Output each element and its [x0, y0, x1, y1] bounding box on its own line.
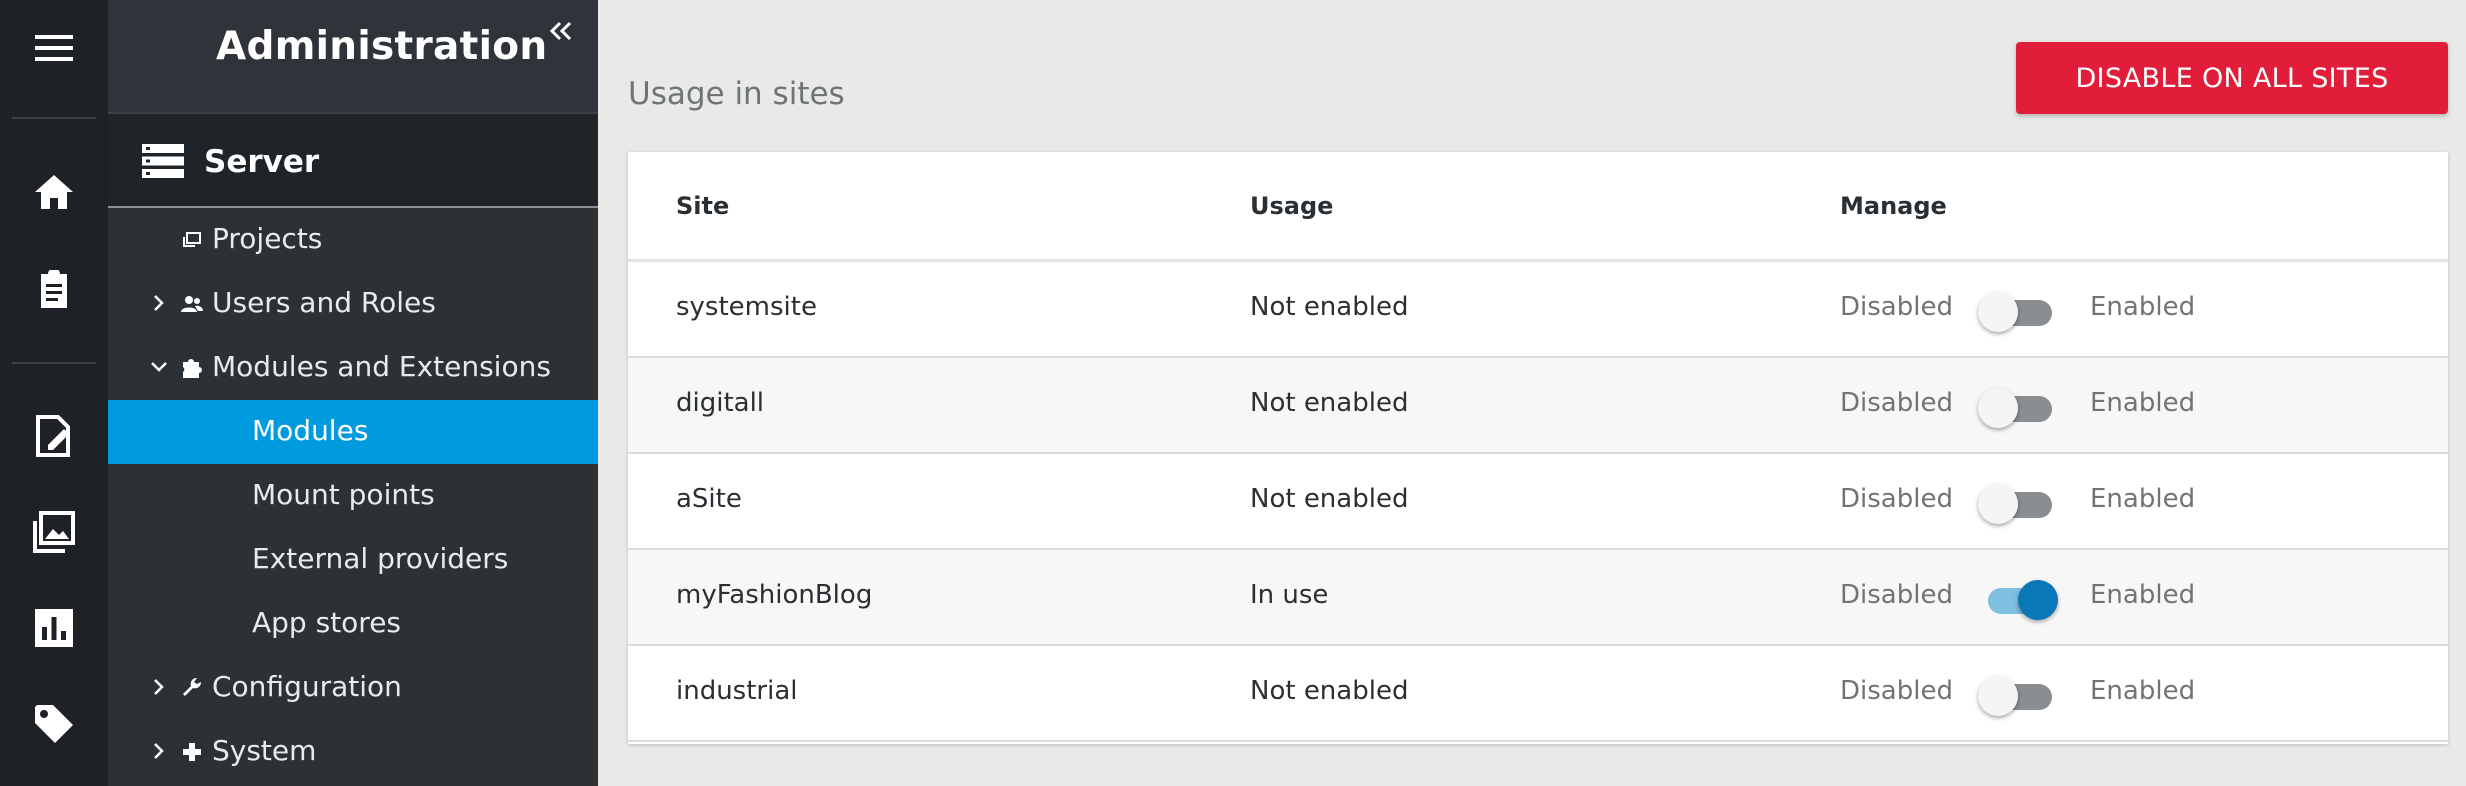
sidebar-item-label: Users and Roles	[212, 286, 436, 319]
column-header-site: Site	[676, 192, 730, 220]
sidebar-item-app-stores[interactable]: App stores	[108, 592, 598, 656]
site-enable-toggle[interactable]	[1978, 484, 2060, 524]
toggle-knob	[1978, 484, 2018, 524]
toggle-knob	[1978, 676, 2018, 716]
disabled-label: Disabled	[1840, 484, 1953, 514]
table-row: industrial Not enabled Disabled Enabled	[628, 646, 2448, 742]
disabled-label: Disabled	[1840, 676, 1953, 706]
sidebar-item-label: Projects	[212, 222, 323, 255]
site-name: aSite	[676, 484, 742, 514]
sidebar-item-label: App stores	[252, 606, 402, 639]
table-row: myFashionBlog In use Disabled Enabled	[628, 550, 2448, 646]
sidebar-item-external-providers[interactable]: External providers	[108, 528, 598, 592]
sites-table: Site Usage Manage systemsite Not enabled D…	[628, 152, 2448, 744]
site-enable-toggle[interactable]	[1978, 388, 2060, 428]
sidebar-item-mount-points[interactable]: Mount points	[108, 464, 598, 528]
usage-status: Not enabled	[1250, 484, 1409, 514]
images-icon[interactable]	[22, 500, 86, 564]
enabled-label: Enabled	[2090, 676, 2196, 706]
projects-icon	[183, 232, 201, 247]
enabled-label: Enabled	[2090, 580, 2196, 610]
chevron-down-icon	[151, 362, 167, 372]
sidebar-item-label: Mount points	[252, 478, 435, 511]
plus-icon	[183, 743, 201, 761]
bar-chart-icon[interactable]	[22, 596, 86, 660]
chevron-right-icon	[154, 743, 164, 759]
tag-icon[interactable]	[22, 692, 86, 756]
sidebar-header: Administration	[108, 0, 598, 112]
toggle-knob	[2018, 580, 2058, 620]
disabled-label: Disabled	[1840, 388, 1953, 418]
site-name: industrial	[676, 676, 798, 706]
usage-status: Not enabled	[1250, 676, 1409, 706]
sidebar-item-configuration[interactable]: Configuration	[108, 656, 598, 720]
site-enable-toggle[interactable]	[1978, 292, 2060, 332]
sidebar-item-label: System	[212, 734, 317, 767]
sidebar-server-label: Server	[204, 144, 320, 180]
rail-divider	[12, 362, 96, 364]
section-title: Usage in sites	[628, 76, 845, 112]
site-enable-toggle[interactable]	[1978, 580, 2060, 620]
sidebar-title: Administration	[216, 24, 548, 69]
sidebar-server[interactable]: Server	[108, 112, 598, 208]
chevron-right-icon	[154, 295, 164, 311]
wrench-icon	[183, 677, 202, 696]
usage-status: In use	[1250, 580, 1329, 610]
icon-rail	[0, 0, 108, 786]
enabled-label: Enabled	[2090, 292, 2196, 322]
menu-icon[interactable]	[22, 16, 86, 80]
usage-status: Not enabled	[1250, 388, 1409, 418]
puzzle-icon	[183, 359, 202, 378]
main-content: Usage in sites DISABLE ON ALL SITES Site…	[598, 0, 2466, 786]
sidebar-item-label: Modules and Extensions	[212, 350, 551, 383]
site-enable-toggle[interactable]	[1978, 676, 2060, 716]
clipboard-icon[interactable]	[22, 258, 86, 322]
sidebar-item-system[interactable]: System	[108, 720, 598, 784]
table-row: systemsite Not enabled Disabled Enabled	[628, 262, 2448, 358]
toggle-knob	[1978, 388, 2018, 428]
site-name: digitall	[676, 388, 765, 418]
sidebar-item-users-and-roles[interactable]: Users and Roles	[108, 272, 598, 336]
table-header: Site Usage Manage	[628, 152, 2448, 262]
sidebar-item-modules-and-extensions[interactable]: Modules and Extensions	[108, 336, 598, 400]
users-icon	[181, 296, 203, 312]
disable-on-all-sites-button[interactable]: DISABLE ON ALL SITES	[2016, 42, 2448, 114]
column-header-usage: Usage	[1250, 192, 1334, 220]
disabled-label: Disabled	[1840, 292, 1953, 322]
disabled-label: Disabled	[1840, 580, 1953, 610]
home-icon[interactable]	[22, 160, 86, 224]
column-header-manage: Manage	[1840, 192, 1947, 220]
enabled-label: Enabled	[2090, 388, 2196, 418]
usage-status: Not enabled	[1250, 292, 1409, 322]
site-name: myFashionBlog	[676, 580, 873, 610]
chevron-right-icon	[154, 679, 164, 695]
table-row: digitall Not enabled Disabled Enabled	[628, 358, 2448, 454]
sidebar-item-label: Configuration	[212, 670, 402, 703]
toggle-knob	[1978, 292, 2018, 332]
sidebar-item-modules[interactable]: Modules	[108, 400, 598, 464]
content-edit-icon[interactable]	[22, 404, 86, 468]
site-name: systemsite	[676, 292, 817, 322]
server-icon	[142, 144, 184, 178]
rail-divider	[12, 117, 96, 119]
table-row: aSite Not enabled Disabled Enabled	[628, 454, 2448, 550]
sidebar-item-label: Modules	[252, 414, 369, 447]
admin-sidebar: Administration Server Projects Users and…	[108, 0, 598, 786]
collapse-sidebar-icon[interactable]	[544, 14, 578, 48]
sidebar-item-label: External providers	[252, 542, 509, 575]
enabled-label: Enabled	[2090, 484, 2196, 514]
sidebar-item-projects[interactable]: Projects	[108, 208, 598, 272]
